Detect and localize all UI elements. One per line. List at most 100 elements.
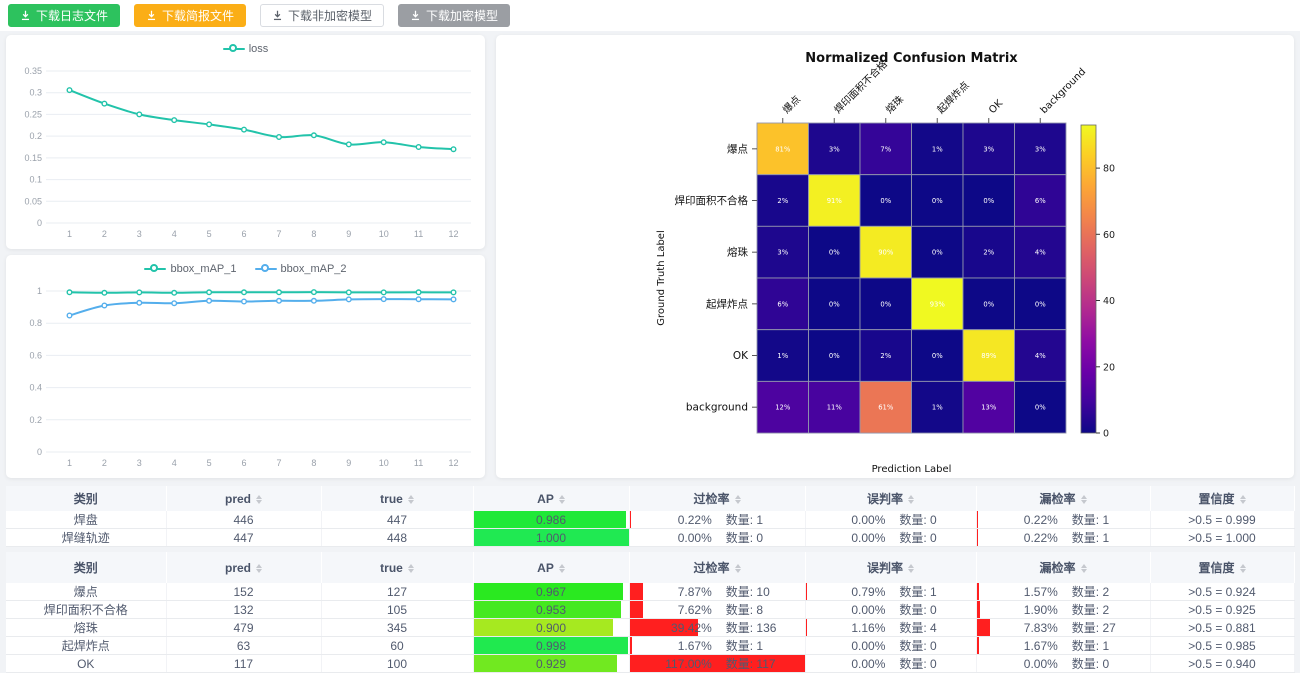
toolbar: 下载日志文件 下载简报文件 下载非加密模型 下载加密模型: [0, 0, 1300, 31]
loss-chart-card: loss 00.050.10.150.20.250.30.35123456789…: [6, 35, 485, 249]
sort-icon: [1240, 495, 1246, 504]
svg-text:9: 9: [346, 458, 351, 468]
svg-text:3%: 3%: [777, 249, 788, 257]
svg-text:6: 6: [241, 229, 246, 239]
download-log-button[interactable]: 下载日志文件: [8, 4, 120, 27]
svg-text:93%: 93%: [930, 300, 946, 308]
svg-text:2%: 2%: [983, 249, 994, 257]
svg-text:60: 60: [1103, 230, 1115, 241]
miss-rate-cell: 1.57% 数量: 2: [976, 583, 1150, 601]
misjudge-rate-cell: 0.79% 数量: 1: [805, 583, 976, 601]
svg-text:0: 0: [37, 218, 42, 228]
svg-text:0%: 0%: [880, 300, 891, 308]
svg-text:0%: 0%: [932, 352, 943, 360]
svg-text:8: 8: [311, 458, 316, 468]
column-header-label: 类别: [74, 492, 98, 506]
sort-icon: [735, 495, 741, 504]
category-cell: 焊盘: [6, 511, 166, 529]
svg-text:11: 11: [414, 458, 423, 468]
table-row: 熔珠 479 345 0.900 39.42% 数量: 136 1.16% 数量…: [6, 619, 1294, 637]
download-encrypted-model-button-label: 下载加密模型: [426, 7, 498, 24]
true-cell: 60: [321, 637, 473, 655]
column-header-1[interactable]: pred: [166, 552, 321, 583]
column-header-label: 置信度: [1198, 561, 1234, 575]
svg-text:1%: 1%: [777, 352, 788, 360]
overdetect-rate-cell: 39.42% 数量: 136: [629, 619, 805, 637]
confidence-cell: >0.5 = 0.925: [1150, 601, 1294, 619]
download-encrypted-model-button[interactable]: 下载加密模型: [398, 4, 510, 27]
svg-text:6: 6: [241, 458, 246, 468]
category-cell: 熔珠: [6, 619, 166, 637]
svg-text:2: 2: [102, 229, 107, 239]
true-cell: 448: [321, 529, 473, 547]
misjudge-rate-cell: 0.00% 数量: 0: [805, 601, 976, 619]
ap-cell: 0.986: [473, 511, 629, 529]
sort-icon: [908, 564, 914, 573]
column-header-5[interactable]: 误判率: [805, 486, 976, 511]
svg-text:熔珠: 熔珠: [727, 246, 748, 259]
svg-text:9: 9: [346, 229, 351, 239]
column-header-4[interactable]: 过检率: [629, 552, 805, 583]
legend-item-bbox_mAP_1[interactable]: bbox_mAP_1: [144, 263, 236, 275]
column-header-7[interactable]: 置信度: [1150, 486, 1294, 511]
svg-text:6%: 6%: [1035, 197, 1046, 205]
confidence-cell: >0.5 = 0.985: [1150, 637, 1294, 655]
true-cell: 127: [321, 583, 473, 601]
column-header-3[interactable]: AP: [473, 486, 629, 511]
legend-label: loss: [249, 43, 269, 55]
column-header-6[interactable]: 漏检率: [976, 486, 1150, 511]
download-log-button-label: 下载日志文件: [36, 7, 108, 24]
legend-item-bbox_mAP_2[interactable]: bbox_mAP_2: [255, 263, 347, 275]
svg-text:焊印面积不合格: 焊印面积不合格: [675, 194, 749, 207]
sort-icon: [256, 495, 262, 504]
svg-text:焊印面积不合格: 焊印面积不合格: [831, 57, 890, 116]
svg-text:89%: 89%: [981, 352, 997, 360]
download-brief-button-label: 下载简报文件: [162, 7, 234, 24]
download-icon: [410, 10, 421, 21]
svg-text:4: 4: [172, 229, 177, 239]
column-header-6[interactable]: 漏检率: [976, 552, 1150, 583]
column-header-3[interactable]: AP: [473, 552, 629, 583]
confidence-cell: >0.5 = 0.999: [1150, 511, 1294, 529]
sort-icon: [559, 564, 565, 573]
svg-text:0.4: 0.4: [29, 383, 42, 393]
column-header-label: 误判率: [867, 492, 903, 506]
svg-text:3: 3: [137, 229, 142, 239]
pred-cell: 132: [166, 601, 321, 619]
category-cell: 起焊炸点: [6, 637, 166, 655]
svg-text:爆点: 爆点: [727, 142, 748, 155]
svg-text:0%: 0%: [932, 197, 943, 205]
column-header-label: AP: [537, 561, 554, 575]
column-header-label: 误判率: [867, 561, 903, 575]
sort-icon: [1240, 564, 1246, 573]
svg-text:Prediction Label: Prediction Label: [872, 464, 952, 475]
svg-text:4: 4: [172, 458, 177, 468]
svg-text:起焊炸点: 起焊炸点: [935, 79, 972, 116]
column-header-4[interactable]: 过检率: [629, 486, 805, 511]
pred-cell: 152: [166, 583, 321, 601]
svg-text:0%: 0%: [932, 249, 943, 257]
svg-text:0.2: 0.2: [29, 415, 42, 425]
svg-text:0%: 0%: [829, 300, 840, 308]
overdetect-rate-cell: 0.00% 数量: 0: [629, 529, 805, 547]
download-brief-button[interactable]: 下载简报文件: [134, 4, 246, 27]
column-header-label: pred: [225, 561, 251, 575]
column-header-label: 置信度: [1198, 492, 1234, 506]
column-header-7[interactable]: 置信度: [1150, 552, 1294, 583]
detail-table: 类别predtrueAP过检率误判率漏检率置信度 爆点 152 127 0.96…: [6, 552, 1295, 673]
ap-cell: 0.953: [473, 601, 629, 619]
sort-icon: [908, 495, 914, 504]
column-header-5[interactable]: 误判率: [805, 552, 976, 583]
true-cell: 105: [321, 601, 473, 619]
column-header-2[interactable]: true: [321, 486, 473, 511]
svg-text:0%: 0%: [829, 249, 840, 257]
ap-cell: 0.900: [473, 619, 629, 637]
legend-marker: [144, 264, 166, 274]
svg-text:1: 1: [37, 286, 42, 296]
column-header-2[interactable]: true: [321, 552, 473, 583]
column-header-1[interactable]: pred: [166, 486, 321, 511]
svg-text:11: 11: [414, 229, 423, 239]
miss-rate-cell: 0.22% 数量: 1: [976, 511, 1150, 529]
download-plain-model-button[interactable]: 下载非加密模型: [260, 4, 384, 27]
legend-item-loss[interactable]: loss: [223, 43, 269, 55]
